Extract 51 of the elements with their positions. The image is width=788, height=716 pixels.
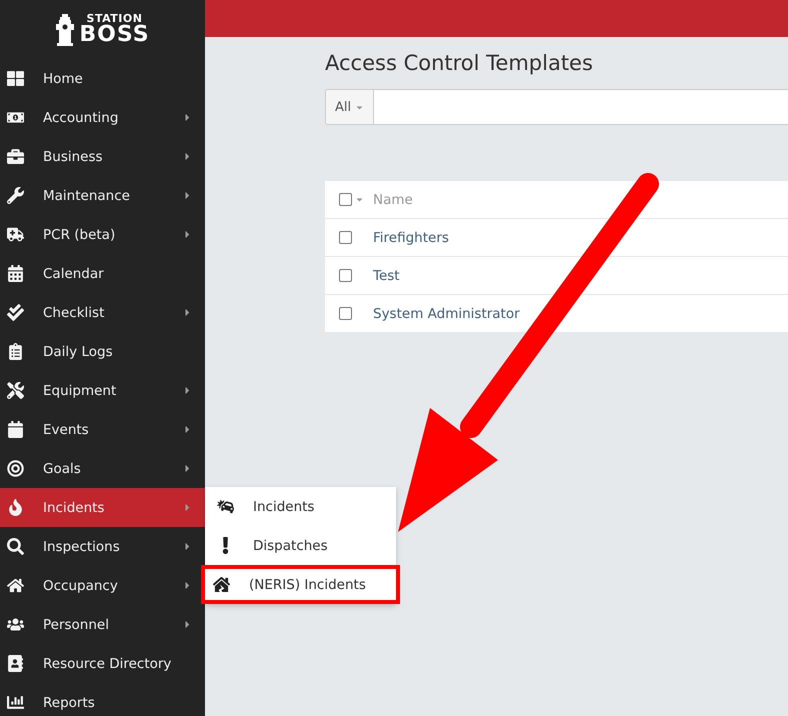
sidebar-item[interactable]: Calendar xyxy=(0,254,205,293)
submenu-item[interactable]: Incidents xyxy=(205,487,396,526)
sidebar-item[interactable]: Equipment xyxy=(0,371,205,410)
sidebar-item[interactable]: Resource Directory xyxy=(0,644,205,683)
row-checkbox[interactable] xyxy=(339,269,352,282)
sidebar-item[interactable]: Goals xyxy=(0,449,205,488)
grid-icon xyxy=(7,70,24,87)
tools-icon xyxy=(7,382,24,399)
select-all-checkbox[interactable] xyxy=(339,193,352,206)
calendar-icon xyxy=(7,421,24,438)
sidebar-item[interactable]: Home xyxy=(0,59,205,98)
row-checkbox[interactable] xyxy=(339,307,352,320)
calendar-icon xyxy=(7,265,24,282)
hydrant-icon xyxy=(55,12,76,46)
home-icon xyxy=(7,577,24,594)
page-title: Access Control Templates xyxy=(325,50,594,77)
sidebar-item[interactable]: Maintenance xyxy=(0,176,205,215)
sidebar-item[interactable]: Incidents xyxy=(0,488,205,527)
submenu-item[interactable]: (NERIS) Incidents xyxy=(201,565,400,604)
sidebar-item[interactable]: Business xyxy=(0,137,205,176)
people-icon xyxy=(7,616,24,633)
row-checkbox[interactable] xyxy=(339,231,352,244)
logo[interactable]: STATION BOSS xyxy=(0,0,205,59)
ambulance-icon xyxy=(7,226,24,243)
submenu-item[interactable]: Dispatches xyxy=(205,526,396,565)
template-link[interactable]: System Administrator xyxy=(373,306,520,322)
sidebar-item[interactable]: Accounting xyxy=(0,98,205,137)
double-check-icon xyxy=(7,304,24,321)
bar-chart-icon xyxy=(7,694,24,711)
logo-text: STATION xyxy=(86,13,142,24)
sidebar-item[interactable]: Checklist xyxy=(0,293,205,332)
search-field[interactable]: All xyxy=(325,89,788,125)
sidebar-item[interactable]: Daily Logs xyxy=(0,332,205,371)
template-link[interactable]: Test xyxy=(373,268,400,284)
damaged-house-icon xyxy=(213,576,230,593)
filter-dropdown[interactable]: All xyxy=(326,90,374,124)
car-crash-icon xyxy=(217,498,234,515)
address-book-icon xyxy=(7,655,24,672)
wrench-icon xyxy=(7,187,24,204)
flame-icon xyxy=(7,499,24,516)
clipboard-icon xyxy=(7,343,24,360)
search-icon xyxy=(7,538,24,555)
sidebar-item[interactable]: Personnel xyxy=(0,605,205,644)
logo-text: BOSS xyxy=(79,24,150,46)
template-link[interactable]: Firefighters xyxy=(373,230,449,246)
briefcase-icon xyxy=(7,148,24,165)
sidebar-item[interactable]: Inspections xyxy=(0,527,205,566)
target-icon xyxy=(7,460,24,477)
sidebar-item[interactable]: Events xyxy=(0,410,205,449)
sidebar-item[interactable]: Reports xyxy=(0,683,205,716)
sidebar-item[interactable]: PCR (beta) xyxy=(0,215,205,254)
